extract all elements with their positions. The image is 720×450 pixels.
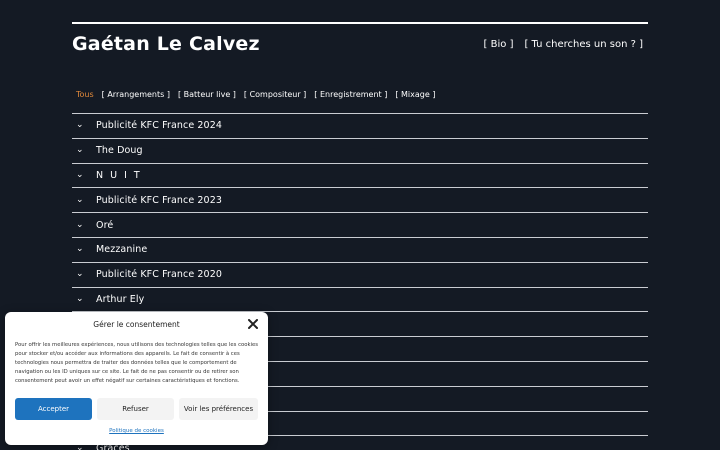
chevron-down-icon: ⌄ [76,269,84,280]
chevron-down-icon: ⌄ [76,120,84,131]
preferences-button[interactable]: Voir les préférences [179,398,258,420]
project-title: Publicité KFC France 2020 [96,269,222,281]
chevron-down-icon: ⌄ [76,244,84,255]
filter-arrangements[interactable]: [ Arrangements ] [102,90,170,99]
consent-dialog: Gérer le consentement Pour offrir les me… [5,312,268,445]
project-title: Mezzanine [96,244,148,256]
filter-recording[interactable]: [ Enregistrement ] [314,90,387,99]
top-nav: [ Bio ] [ Tu cherches un son ? ] [484,39,643,50]
chevron-down-icon: ⌄ [76,169,84,180]
filter-live-drummer[interactable]: [ Batteur live ] [178,90,236,99]
consent-text: Pour offrir les meilleures expériences, … [15,342,259,384]
chevron-down-icon: ⌄ [76,194,84,205]
nav-sound-link[interactable]: [ Tu cherches un son ? ] [524,39,643,50]
consent-title: Gérer le consentement [93,320,180,329]
project-row[interactable]: ⌄ Mezzanine [72,238,648,263]
project-row[interactable]: ⌄ N U I T [72,164,648,189]
project-title: N U I T [96,169,142,181]
project-row[interactable]: ⌄ Oré [72,213,648,238]
project-title: The Doug [96,145,143,157]
refuse-button[interactable]: Refuser [97,398,174,420]
filter-composer[interactable]: [ Compositeur ] [244,90,306,99]
chevron-down-icon: ⌄ [76,293,84,304]
cookie-policy-link[interactable]: Politique de cookies [5,428,268,434]
filter-all[interactable]: Tous [76,90,94,99]
chevron-down-icon: ⌄ [76,219,84,230]
site-title[interactable]: Gaétan Le Calvez [72,33,260,55]
project-title: Publicité KFC France 2024 [96,120,222,132]
project-row[interactable]: ⌄ Publicité KFC France 2023 [72,188,648,214]
close-icon[interactable] [248,319,258,329]
project-row[interactable]: ⌄ Arthur Ely [72,288,648,313]
chevron-down-icon: ⌄ [76,145,84,156]
project-filters: Tous [ Arrangements ] [ Batteur live ] [… [76,90,435,99]
project-title: Publicité KFC France 2023 [96,194,222,206]
project-title: Oré [96,219,114,231]
project-title: Arthur Ely [96,293,145,305]
project-row[interactable]: ⌄ Publicité KFC France 2020 [72,263,648,288]
project-row[interactable]: ⌄ The Doug [72,139,648,164]
header-top-rule [72,22,648,24]
filter-mixing[interactable]: [ Mixage ] [395,90,435,99]
nav-bio-link[interactable]: [ Bio ] [484,39,514,50]
project-row[interactable]: ⌄ Publicité KFC France 2024 [72,114,648,139]
accept-button[interactable]: Accepter [15,398,92,420]
